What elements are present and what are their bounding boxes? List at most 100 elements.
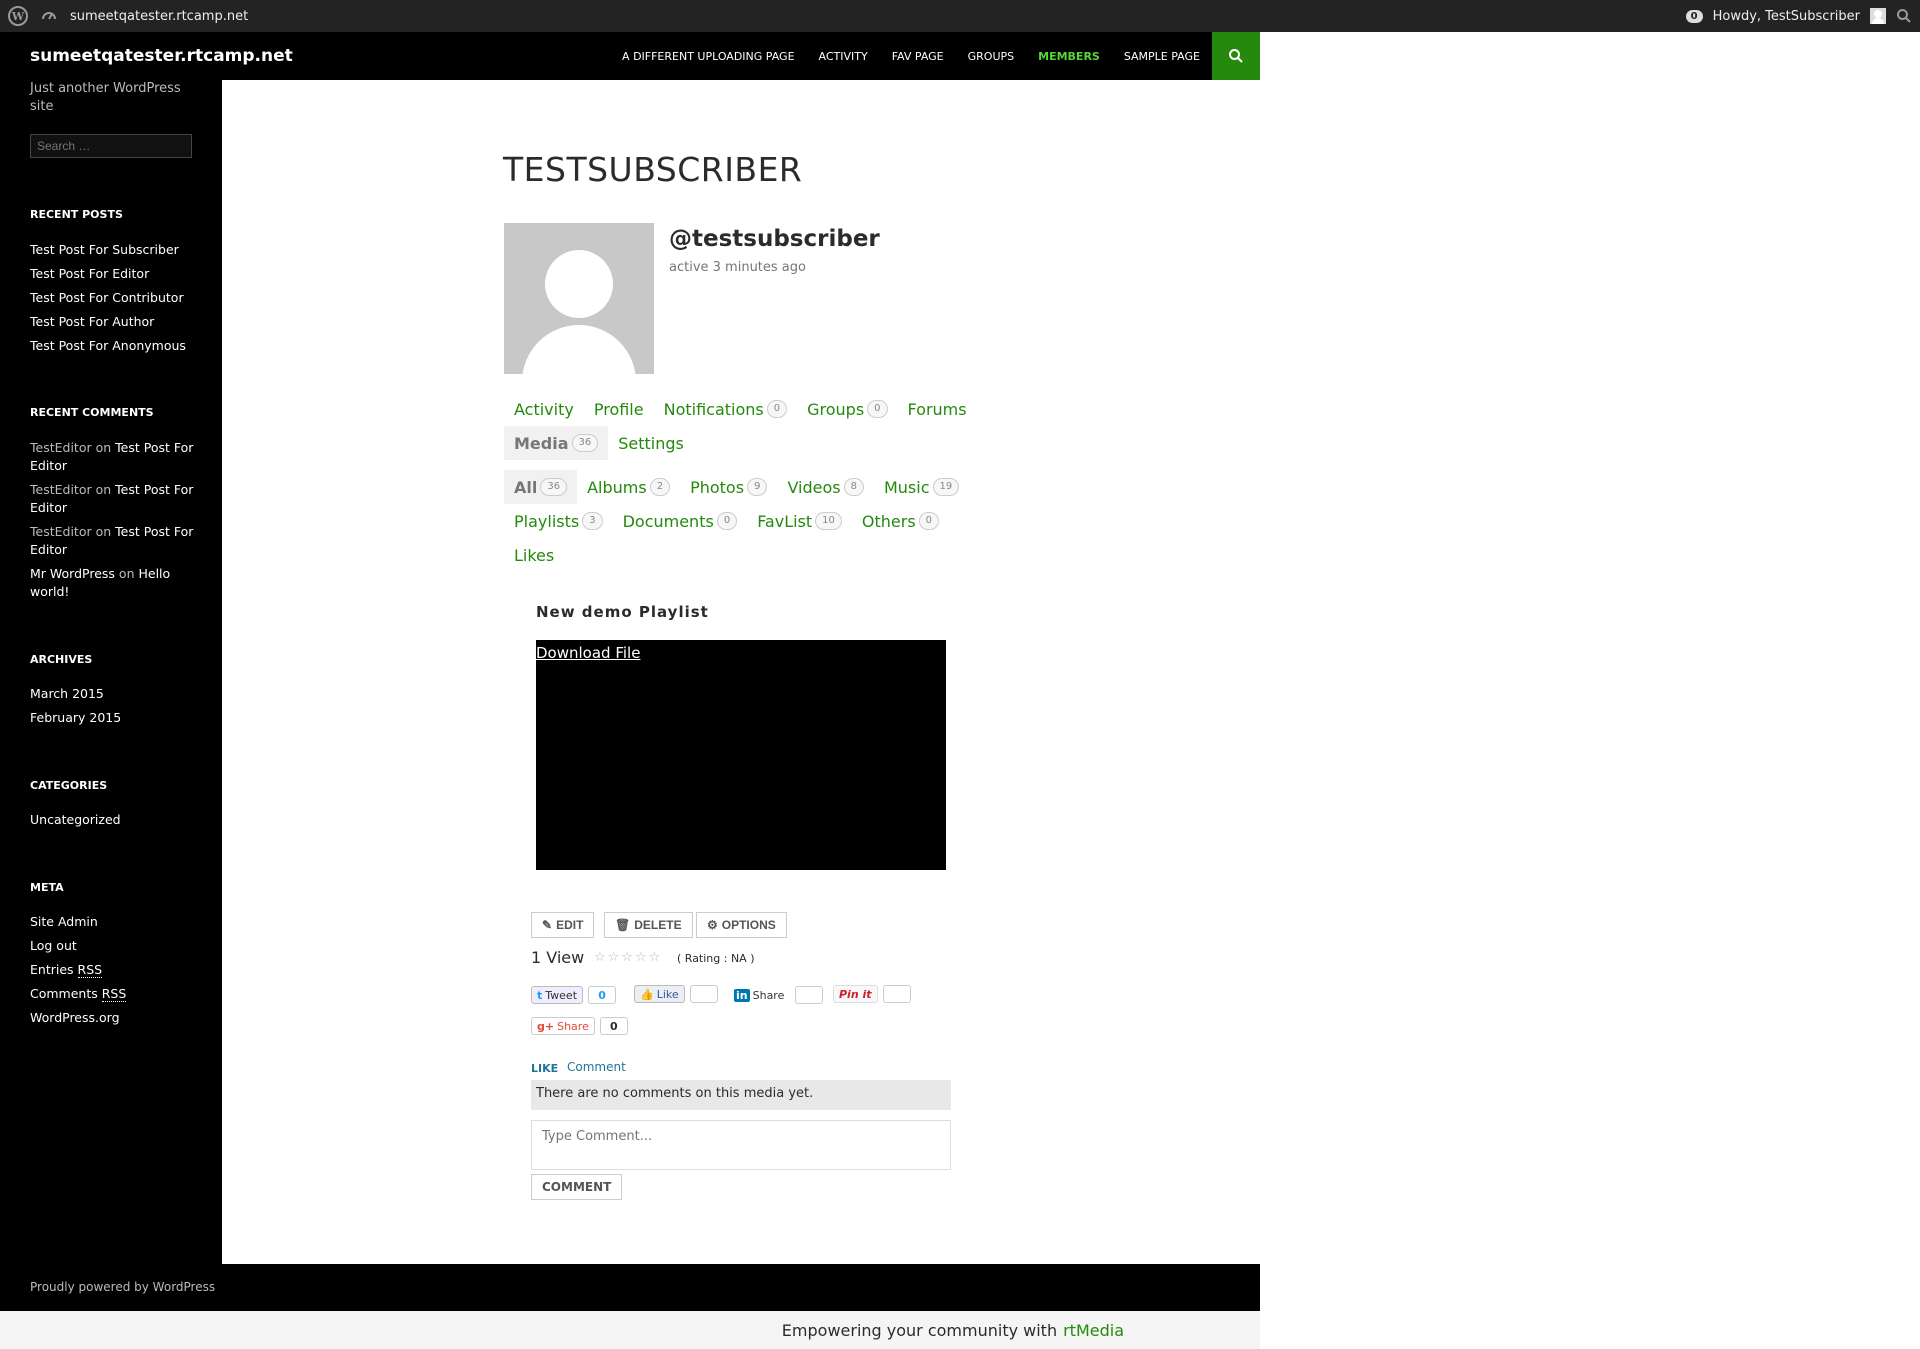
tab-activity[interactable]: Activity	[504, 392, 584, 426]
recent-post-link[interactable]: Test Post For Author	[30, 310, 198, 334]
options-button[interactable]: ⚙ OPTIONS	[696, 912, 787, 938]
recent-post-link[interactable]: Test Post For Contributor	[30, 286, 198, 310]
linkedin-share-button[interactable]: in Share	[728, 986, 791, 1004]
media-tab-favlist[interactable]: FavList 10	[747, 504, 852, 538]
meta-site-admin[interactable]: Site Admin	[30, 910, 198, 934]
options-label: OPTIONS	[721, 918, 776, 932]
tab-label: Albums	[587, 477, 647, 497]
gplus-count: 0	[599, 1017, 628, 1035]
meta-log-out[interactable]: Log out	[30, 934, 198, 958]
tab-label: Groups	[807, 399, 865, 419]
sidebar-search-input[interactable]	[30, 134, 192, 158]
comment-on: on	[118, 566, 135, 581]
nav-item-groups[interactable]: GROUPS	[956, 50, 1027, 63]
admin-avatar[interactable]	[1870, 8, 1886, 24]
comment-submit-button[interactable]: COMMENT	[531, 1174, 623, 1200]
archives-title: ARCHIVES	[30, 653, 93, 666]
media-player[interactable]: Download File	[536, 640, 946, 870]
media-tab-others[interactable]: Others 0	[852, 504, 949, 538]
howdy-user[interactable]: Howdy, TestSubscriber	[1713, 9, 1860, 24]
media-tab-albums[interactable]: Albums 2	[577, 470, 680, 504]
nav-item-fav-page[interactable]: FAV PAGE	[880, 50, 956, 63]
tab-media[interactable]: Media 36	[504, 426, 609, 460]
facebook-like: 👍 Like	[634, 985, 718, 1003]
download-file-link[interactable]: Download File	[536, 644, 640, 662]
like-link[interactable]: LIKE	[531, 1062, 558, 1075]
tab-profile[interactable]: Profile	[584, 392, 654, 426]
media-tab-likes[interactable]: Likes	[504, 538, 564, 572]
comment-author[interactable]: Mr WordPress	[30, 566, 115, 581]
recent-post-link[interactable]: Test Post For Editor	[30, 262, 198, 286]
recent-post-link[interactable]: Test Post For Subscriber	[30, 238, 198, 262]
comment-on: on	[95, 524, 112, 539]
nav-item-different-uploading-page[interactable]: A DIFFERENT UPLOADING PAGE	[610, 50, 807, 63]
meta-wordpress-org[interactable]: WordPress.org	[30, 1006, 198, 1030]
profile-avatar[interactable]	[504, 223, 654, 374]
dashboard-icon[interactable]	[40, 7, 58, 25]
tab-label: Others	[861, 511, 916, 531]
media-tabs-row-1: All 36 Albums 2 Photos 9 Videos 8 Music 19	[504, 470, 969, 504]
meta-entries-rss[interactable]: Entries RSS	[30, 958, 198, 982]
linkedin-share: in Share	[728, 986, 824, 1004]
tab-label: Settings	[618, 433, 684, 453]
media-tab-all[interactable]: All 36	[504, 470, 578, 504]
media-tab-music[interactable]: Music 19	[874, 470, 969, 504]
comment-input[interactable]	[531, 1120, 951, 1170]
tweet-button[interactable]: t Tweet	[531, 986, 584, 1004]
tab-label: Profile	[593, 399, 644, 419]
tweet-share: t Tweet 0	[531, 986, 617, 1004]
archives-list: March 2015 February 2015	[30, 682, 198, 730]
tweet-label: Tweet	[545, 988, 578, 1002]
view-count: 1 View	[531, 948, 585, 967]
admin-site-link[interactable]: sumeetqatester.rtcamp.net	[70, 9, 248, 24]
wordpress-logo-icon[interactable]: W	[8, 6, 28, 26]
delete-button[interactable]: 🗑 DELETE	[604, 912, 693, 938]
google-plus-icon: g+	[537, 1019, 555, 1033]
facebook-like-button[interactable]: 👍 Like	[634, 985, 685, 1003]
comment-author[interactable]: TestEditor	[30, 524, 92, 539]
admin-search-icon[interactable]	[1896, 8, 1912, 24]
admin-bar: W sumeetqatester.rtcamp.net 0 Howdy, Tes…	[0, 0, 1920, 32]
tab-label: All	[514, 477, 538, 497]
comment-author[interactable]: TestEditor	[30, 482, 92, 497]
media-tabs-row-3: Likes	[504, 538, 564, 572]
nav-item-sample-page[interactable]: SAMPLE PAGE	[1112, 50, 1212, 63]
tweet-count: 0	[588, 986, 617, 1004]
no-comments-message: There are no comments on this media yet.	[531, 1080, 951, 1110]
count-badge: 0	[766, 400, 788, 418]
tab-forums[interactable]: Forums	[898, 392, 977, 426]
rating-stars[interactable]: ☆☆☆☆☆	[594, 950, 662, 965]
edit-button[interactable]: ✎ EDIT	[531, 912, 595, 938]
comment-link[interactable]: Comment	[567, 1060, 626, 1074]
media-tab-videos[interactable]: Videos 8	[777, 470, 874, 504]
tab-notifications[interactable]: Notifications 0	[654, 392, 798, 426]
comment-on: on	[95, 482, 112, 497]
search-toggle-button[interactable]	[1212, 32, 1260, 80]
nav-item-activity[interactable]: ACTIVITY	[807, 50, 880, 63]
meta-comments-rss[interactable]: Comments RSS	[30, 982, 198, 1006]
site-title[interactable]: sumeetqatester.rtcamp.net	[30, 46, 293, 66]
media-tab-playlists[interactable]: Playlists 3	[504, 504, 613, 538]
pin-it-button[interactable]: Pin it	[833, 985, 878, 1003]
tab-label: Activity	[514, 399, 574, 419]
recent-post-link[interactable]: Test Post For Anonymous	[30, 334, 198, 358]
tab-settings[interactable]: Settings	[608, 426, 694, 460]
media-tab-photos[interactable]: Photos 9	[680, 470, 777, 504]
tab-groups[interactable]: Groups 0	[797, 392, 897, 426]
notification-count[interactable]: 0	[1685, 9, 1703, 23]
profile-handle: @testsubscriber	[669, 226, 880, 252]
gplus-share-button[interactable]: g+ Share	[531, 1017, 595, 1035]
count-badge: 0	[716, 512, 738, 530]
gplus-label: Share	[557, 1019, 589, 1033]
category-link[interactable]: Uncategorized	[30, 808, 198, 832]
archive-link[interactable]: March 2015	[30, 682, 198, 706]
archive-link[interactable]: February 2015	[30, 706, 198, 730]
site-tagline: Just another WordPress site	[30, 81, 181, 114]
footer-credit-link[interactable]: Proudly powered by WordPress	[30, 1280, 215, 1294]
rtmedia-link[interactable]: rtMedia	[1063, 1321, 1124, 1340]
comment-author[interactable]: TestEditor	[30, 440, 92, 455]
nav-item-members[interactable]: MEMBERS	[1026, 50, 1112, 63]
meta-comments-label: Comments	[30, 986, 98, 1001]
meta-list: Site Admin Log out Entries RSS Comments …	[30, 910, 198, 1030]
media-tab-documents[interactable]: Documents 0	[613, 504, 748, 538]
